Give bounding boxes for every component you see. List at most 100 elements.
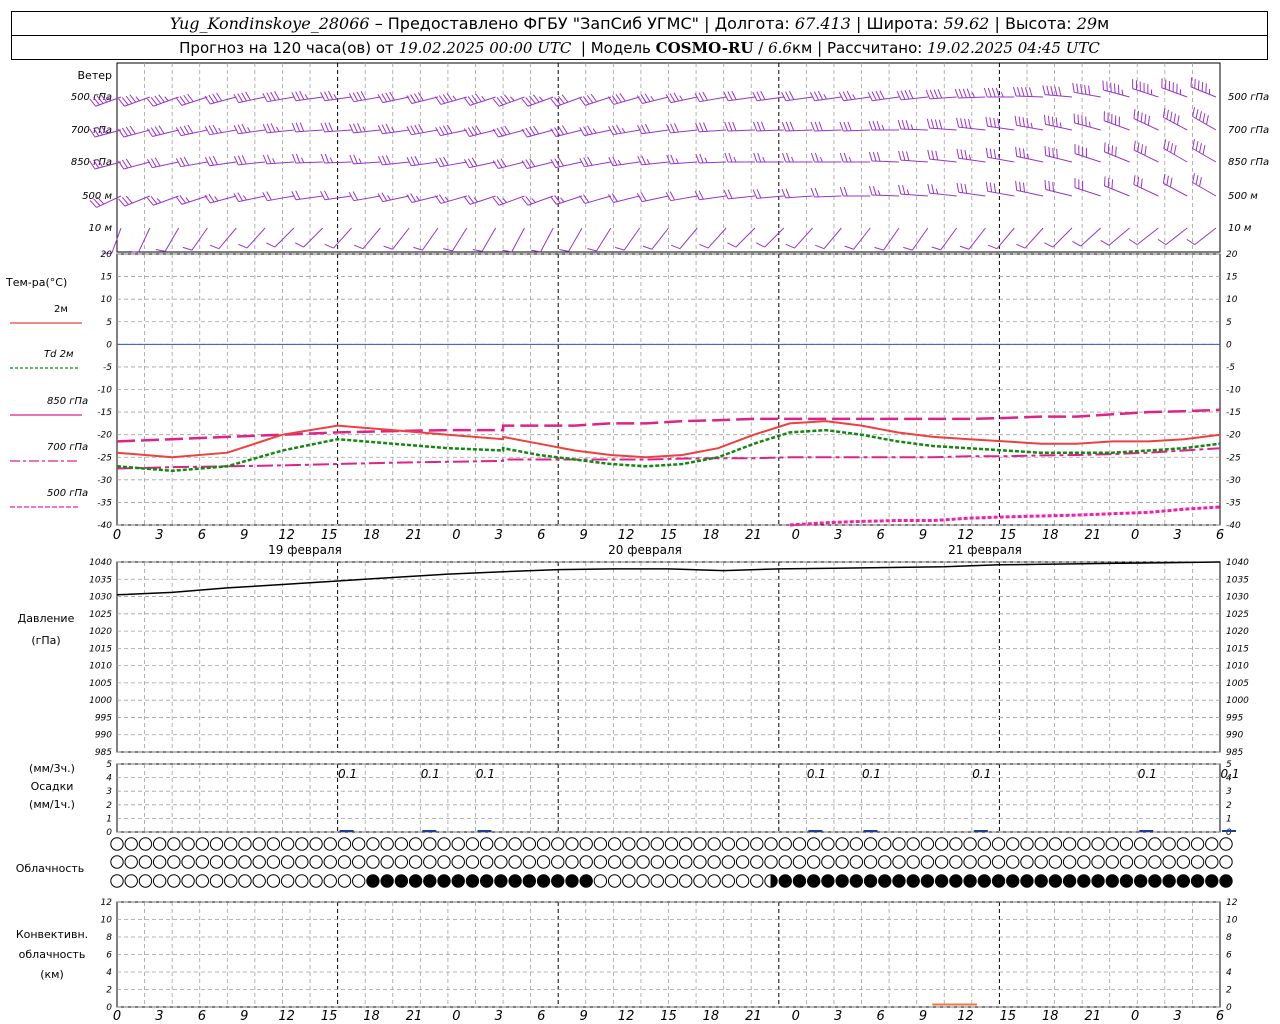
cloud-symbol-low: [195, 874, 210, 888]
cloud-symbol-low: [1205, 874, 1219, 888]
wind-barb-flag: [381, 124, 387, 134]
precip-tick-left: 0: [106, 828, 112, 838]
wind-barb-half-flag: [848, 156, 852, 163]
wind-barb-shaft: [823, 227, 842, 250]
cloud-symbol-middle: [949, 855, 963, 869]
wind-barb-shaft: [362, 227, 381, 250]
wind-barb-flag: [377, 155, 383, 166]
wind-barb-shaft: [1103, 89, 1130, 98]
cloud-symbol-high: [1105, 837, 1119, 851]
precip-bar: [422, 830, 437, 832]
cloud-symbol-middle: [138, 855, 153, 869]
wind-level-label-right: 700 гПа: [1228, 125, 1269, 136]
wind-barb-flag: [876, 120, 881, 131]
cloud-symbol-middle: [181, 855, 195, 869]
cloud-symbol-high: [934, 837, 949, 851]
wind-barb-half-flag: [560, 197, 565, 203]
pressure-tick-left: 1000: [89, 696, 112, 706]
wind-barb-shaft: [1104, 120, 1130, 131]
wind-barb-flag: [1205, 115, 1209, 125]
cloud-symbol-low: [437, 874, 451, 888]
wind-barb-flag: [933, 89, 939, 99]
wind-barb-shaft: [333, 227, 352, 249]
wind-panel-title: Ветер: [78, 69, 112, 82]
wind-barb-flag: [179, 96, 186, 105]
wind-barb-flag: [964, 183, 968, 194]
wind-barb-shaft: [180, 161, 208, 168]
wind-barb-flag: [902, 151, 906, 161]
cloud-symbol-low: [408, 874, 423, 888]
cloud-symbol-low: [1219, 874, 1233, 888]
wind-barb-flag: [781, 92, 787, 101]
temperature-tick-left: -10: [97, 386, 112, 396]
cloud-symbol-low: [508, 874, 522, 888]
convective-tick-left: 2: [106, 986, 112, 996]
wind-barb-flag: [435, 127, 441, 136]
wind-barb-shaft: [527, 129, 554, 138]
wind-barb-flag: [1166, 175, 1169, 186]
convective-tick-left: 8: [106, 933, 112, 943]
wind-barb-flag: [377, 193, 384, 202]
wind-barb-flag: [1050, 86, 1054, 96]
cloud-symbol-high: [1077, 837, 1091, 851]
precip-amount-label: 0.1: [421, 767, 440, 781]
wind-barb-flag: [1043, 114, 1047, 125]
x-tick-label-top: 0: [452, 528, 460, 543]
wind-barb-flag: [875, 90, 881, 100]
cloud-symbol-low: [579, 874, 593, 888]
wind-barb-flag: [843, 121, 848, 131]
wind-barb-shaft: [613, 96, 640, 105]
wind-barb-flag: [295, 122, 301, 132]
temperature-tick-right: -5: [1226, 363, 1235, 373]
wind-barb-flag: [699, 153, 704, 163]
wind-barb-flag: [1073, 113, 1076, 124]
precip-tick-left: 4: [106, 774, 112, 784]
temperature-tick-left: -20: [97, 431, 112, 441]
wind-barb-flag: [204, 157, 210, 166]
convective-title-1: Конвективн.: [16, 928, 88, 941]
wind-barb-flag: [898, 150, 902, 161]
wind-barb-shaft: [1163, 116, 1188, 131]
wind-barb-flag: [125, 95, 133, 104]
x-tick-label-top: 9: [240, 528, 248, 543]
cloud-symbol-high: [110, 837, 124, 851]
wind-barb-flag: [1015, 180, 1018, 191]
wind-barb-flag: [179, 157, 186, 167]
cloud-symbol-middle: [1034, 855, 1048, 869]
cloud-symbol-middle: [209, 855, 224, 869]
wind-barb-flag: [670, 123, 675, 133]
wind-barb-flag: [550, 159, 557, 168]
wind-barb-flag: [1104, 142, 1106, 152]
x-tick-label-top: 0: [792, 528, 800, 543]
x-tick-label-bottom: 0: [452, 1009, 460, 1024]
cloud-symbol-high: [465, 837, 480, 851]
wind-barb-flag: [383, 245, 393, 250]
wind-barb-flag: [640, 94, 647, 103]
wind-barb-flag: [608, 157, 614, 166]
wind-barb-shaft: [1074, 91, 1101, 98]
wind-barb-flag: [521, 128, 528, 138]
wind-barb-half-flag: [881, 124, 885, 131]
wind-barb-shaft: [303, 227, 324, 248]
wind-level-label-right: 500 гПа: [1228, 92, 1269, 103]
cloud-symbol-high: [679, 837, 693, 851]
cloud-symbol-high: [750, 837, 764, 851]
cloud-symbol-middle: [1219, 855, 1233, 869]
wind-barb-half-flag: [791, 156, 795, 163]
x-tick-label-top: 12: [278, 528, 295, 543]
temperature-tick-right: -35: [1226, 498, 1241, 508]
wind-barb-flag: [241, 155, 247, 165]
wind-barb-flag: [182, 246, 193, 251]
wind-barb-flag: [492, 128, 499, 138]
precip-amount-label: 0.1: [862, 767, 881, 781]
cloud-symbol-high: [622, 837, 636, 851]
wind-barb-flag: [328, 90, 334, 100]
cloud-symbol-low: [167, 874, 181, 888]
cloud-symbol-low: [238, 874, 252, 888]
pressure-tick-left: 990: [95, 731, 112, 741]
wind-barb-flag: [993, 149, 997, 159]
wind-barb-shaft: [568, 227, 583, 252]
cloud-symbol-low: [892, 874, 906, 888]
wind-barb-flag: [987, 244, 998, 250]
wind-barb-shaft: [1016, 95, 1044, 98]
